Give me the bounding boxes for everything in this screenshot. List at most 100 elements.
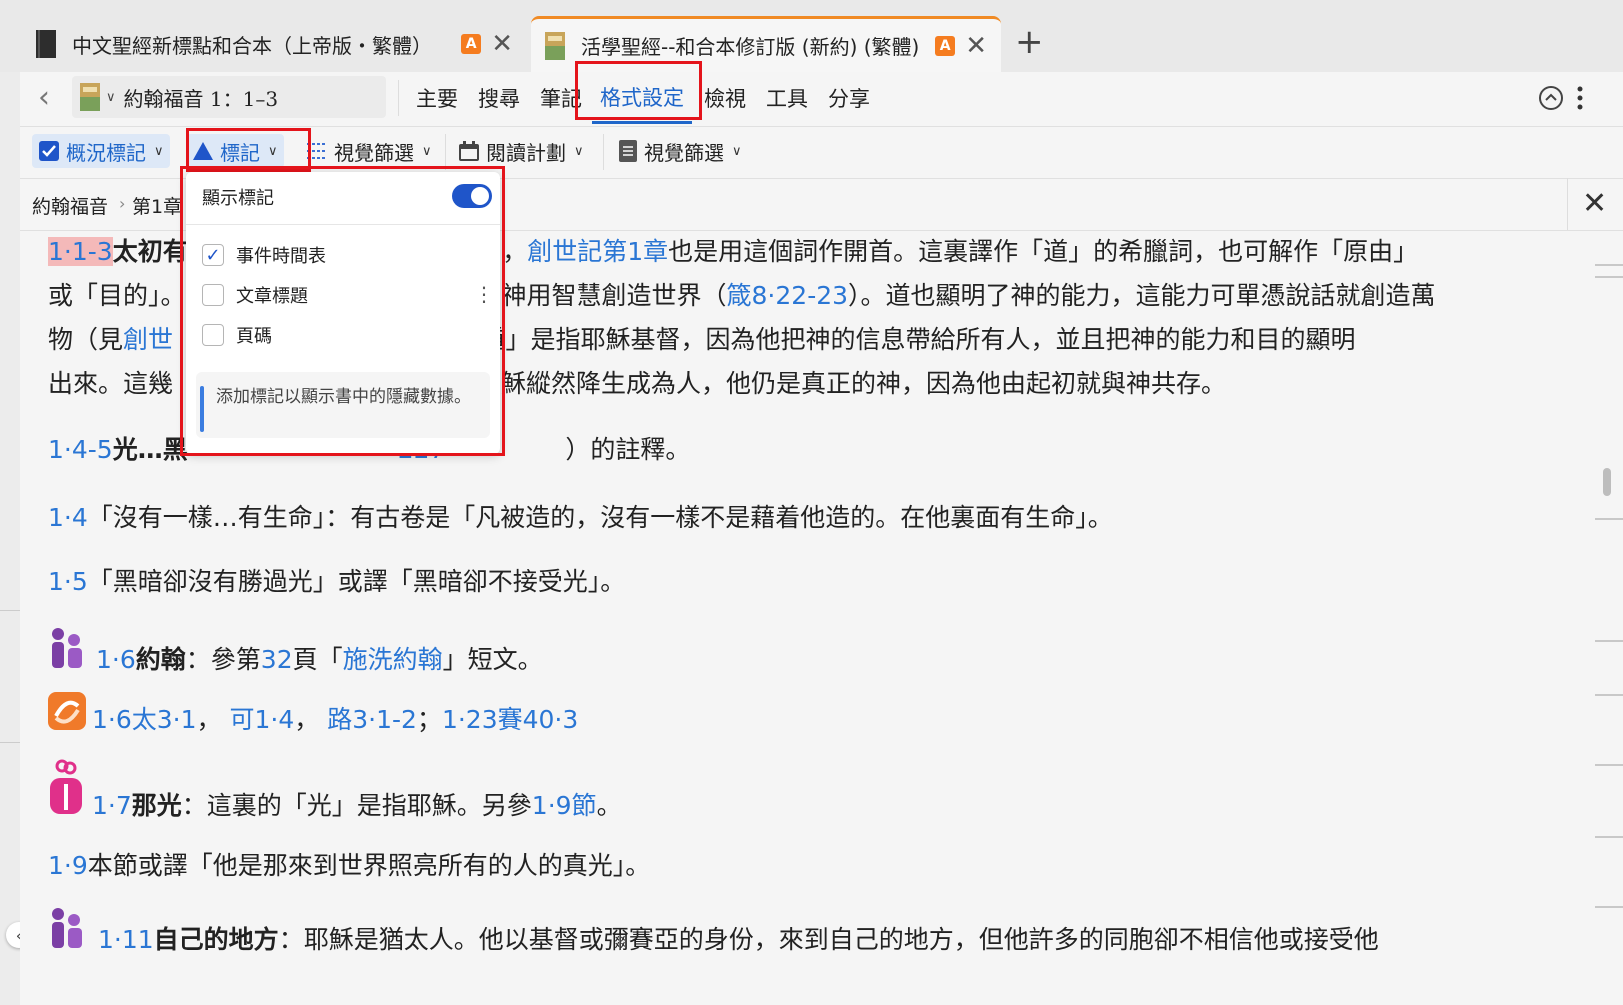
divider (0, 742, 20, 743)
cross-ref-link[interactable]: 太3·1 (132, 705, 197, 734)
cross-ref-link[interactable]: 賽40·3 (498, 705, 579, 734)
close-icon[interactable]: ✕ (1582, 186, 1607, 221)
more-vertical-icon[interactable] (1576, 85, 1584, 111)
note-heading: 那光 (131, 791, 182, 820)
note-paragraph: 1·7那光：這裏的「光」是指耶穌。另參1·9節。 (92, 784, 1580, 828)
chevron-down-icon: ∨ (154, 143, 164, 159)
menu-view[interactable]: 檢視 (700, 72, 750, 124)
note-text: 。 (596, 791, 622, 820)
note-text: 「黑暗卻沒有勝過光」或譯「黑暗卻不接受光」。 (87, 567, 626, 596)
divider (1567, 178, 1568, 230)
people-icon (52, 908, 82, 948)
main-toolbar: ‹ ∨ 約翰福音 1：1–3 主要 搜尋 筆記 格式設定 檢視 工具 分享 (20, 72, 1623, 127)
note-text: ：耶穌是猶太人。他以基督或彌賽亞的身份，來到自己的地方，但他許多的同胞卻不相信他… (278, 925, 1379, 954)
note-text: ）的註釋。 (565, 435, 691, 464)
a-badge-icon: A (935, 35, 956, 56)
highlight-outline (180, 166, 505, 456)
note-text: 頁「 (292, 645, 343, 674)
close-icon[interactable]: ✕ (491, 29, 513, 59)
close-icon[interactable]: ✕ (965, 31, 987, 61)
chevron-down-icon: ∨ (574, 143, 584, 159)
tab-chinese-bible[interactable]: 中文聖經新標點和合本（上帝版・繁體） A ✕ (22, 16, 527, 72)
note-paragraph: 1·6約翰：參第32頁「施洗約翰」短文。 (96, 638, 1580, 682)
note-text: ，「道」是指耶穌基督，因為他把神的信息帶給所有人，並且把神的能力和目的顯明 (443, 325, 1356, 354)
chevron-down-icon: ∨ (732, 143, 742, 159)
note-text: 神用智慧創造世界（ (501, 281, 727, 310)
menu-tools[interactable]: 工具 (762, 72, 812, 124)
verse-ref[interactable]: 1·7 (92, 791, 132, 820)
note-heading: 約翰 (135, 645, 186, 674)
visual-filter-2-label: 視覺篩選 (644, 140, 724, 165)
divider (398, 80, 399, 116)
verse-ref[interactable]: 1·11 (98, 925, 154, 954)
highlight-outline (575, 61, 702, 120)
cross-ref-link[interactable]: 可1·4 (230, 705, 295, 734)
overview-markup-label: 概況標記 (66, 140, 146, 165)
visual-filter-label: 視覺篩選 (334, 140, 414, 165)
book-cover-icon (545, 31, 565, 60)
cross-ref-link[interactable]: 路3·1-2 (327, 705, 417, 734)
reference-text: 約翰福音 1：1–3 (123, 86, 279, 111)
breadcrumb-chapter[interactable]: 第1章 (132, 192, 182, 219)
note-text: ）。道也顯明了神的能力，這能力可單憑說話就創造萬 (848, 281, 1436, 310)
reading-plan-button[interactable]: 閱讀計劃 ∨ (452, 134, 590, 168)
new-tab-button[interactable]: + (1015, 22, 1044, 62)
note-text: 也是用這個詞作開首。這裏譯作「道」的希臘詞，也可解作「原由」 (668, 237, 1419, 266)
people-icon (52, 628, 82, 668)
note-paragraph: 1·4「沒有一樣…有生命」：有古卷是「凡被造的，沒有一樣不是藉着他造的。在他裏面… (48, 496, 1578, 540)
separator: ， (196, 705, 222, 734)
reading-plan-label: 閱讀計劃 (486, 140, 566, 165)
note-text: ：參第 (185, 645, 261, 674)
reference-selector[interactable]: ∨ 約翰福音 1：1–3 (72, 76, 386, 118)
note-paragraph: 1·6太3·1， 可1·4， 路3·1-2；1·23賽40·3 (92, 698, 1580, 742)
cross-ref-link[interactable]: 創世 (123, 325, 173, 354)
cross-ref-link[interactable]: 1·9節 (532, 791, 597, 820)
note-heading: 太初有 (112, 237, 188, 266)
note-heading: 自己的地方 (153, 925, 279, 954)
verse-ref[interactable]: 1·5 (48, 567, 88, 596)
separator: ； (416, 705, 442, 734)
menu-share[interactable]: 分享 (824, 72, 874, 124)
note-paragraph: 1·11自己的地方：耶穌是猶太人。他以基督或彌賽亞的身份，來到自己的地方，但他許… (98, 918, 1578, 962)
tab-title: 中文聖經新標點和合本（上帝版・繁體） (72, 33, 432, 58)
breadcrumb-book[interactable]: 約翰福音 (32, 192, 108, 219)
cross-ref-link[interactable]: 箴8·22-23 (727, 281, 849, 310)
verse-ref[interactable]: 1·4-5 (48, 435, 113, 464)
verse-ref[interactable]: 1·23 (442, 705, 498, 734)
note-text: 物（見 (48, 325, 124, 354)
menu-search[interactable]: 搜尋 (474, 72, 524, 124)
cross-ref-link[interactable]: 創世記第1章 (527, 237, 668, 266)
cross-reference-icon (48, 692, 86, 730)
note-text: ：這裏的「光」是指耶穌。另參 (181, 791, 532, 820)
calendar-icon (459, 141, 479, 161)
checkbox-icon (39, 141, 59, 161)
visual-filter-button[interactable]: 視覺篩選 ∨ (300, 134, 438, 168)
breadcrumb-separator: › (119, 194, 126, 213)
verse-ref[interactable]: 1·6 (92, 705, 132, 734)
page-link[interactable]: 32 (261, 645, 293, 674)
separator: ， (294, 705, 320, 734)
visual-filter-2-button[interactable]: 視覺篩選 ∨ (612, 134, 748, 168)
document-icon (619, 140, 637, 162)
divider (0, 610, 20, 611)
book-icon (36, 30, 56, 58)
tab-title: 活學聖經--和合本修訂版 (新約) (繁體) (581, 35, 920, 59)
verse-ref[interactable]: 1·6 (96, 645, 136, 674)
note-paragraph: 1·9本節或譯「他是那來到世界照亮所有的人的真光」。 (48, 844, 1578, 888)
verse-ref[interactable]: 1·1-3 (48, 237, 113, 266)
menu-home[interactable]: 主要 (412, 72, 462, 124)
note-text: 」短文。 (442, 645, 543, 674)
note-text: 本節或譯「他是那來到世界照亮所有的人的真光」。 (87, 851, 651, 880)
book-cover-icon (80, 83, 100, 111)
key-verse-icon (50, 759, 82, 814)
note-text: 出來。這幾 (48, 369, 174, 398)
article-link[interactable]: 施洗約翰 (343, 645, 443, 674)
collapse-up-icon[interactable] (1538, 85, 1564, 111)
verse-ref[interactable]: 1·9 (48, 851, 88, 880)
chevron-down-icon: ∨ (422, 143, 432, 159)
note-paragraph: 1·5「黑暗卻沒有勝過光」或譯「黑暗卻不接受光」。 (48, 560, 1578, 604)
note-heading: 光…黑 (112, 435, 188, 464)
verse-ref[interactable]: 1·4 (48, 503, 88, 532)
overview-markup-button[interactable]: 概況標記 ∨ (32, 134, 170, 168)
back-chevron-icon[interactable]: ‹ (38, 80, 50, 115)
